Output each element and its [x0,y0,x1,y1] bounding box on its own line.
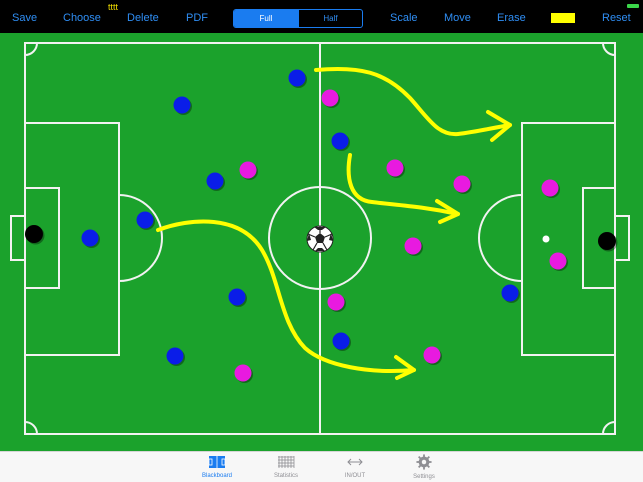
tab-in-out[interactable]: IN/OUT [325,452,385,482]
blackboard-icon [208,456,226,468]
top-toolbar: tttt Save Choose Delete PDF Full Half Sc… [0,0,643,33]
corner-arc-top-right [602,42,616,56]
penalty-spot-right [542,235,550,243]
tab-label: Settings [413,474,435,480]
field-size-segmented-control: Full Half [233,9,363,28]
player-pink[interactable] [404,237,422,255]
segment-half[interactable]: Half [298,10,362,27]
player-pink[interactable] [453,175,471,193]
statistics-grid-icon [278,456,295,468]
save-button[interactable]: Save [12,12,37,25]
player-blue[interactable] [81,229,99,247]
player-pink[interactable] [321,89,339,107]
corner-arc-top-left [24,42,38,56]
pitch-drawing[interactable] [0,33,643,451]
move-button[interactable]: Move [444,12,471,25]
player-blue[interactable] [501,284,519,302]
corner-arc-bottom-right [602,421,616,435]
bottom-tab-bar: Blackboard Statistics IN/OUT Settings [0,451,643,482]
player-blue[interactable] [173,96,191,114]
right-penalty-arc [478,194,523,282]
segment-full[interactable]: Full [234,10,298,27]
draw-color-swatch[interactable] [551,13,575,23]
player-pink[interactable] [386,159,404,177]
tab-settings[interactable]: Settings [394,452,454,482]
soccer-ball-icon[interactable] [306,225,334,253]
tab-label: IN/OUT [344,473,366,479]
player-blue[interactable] [166,347,184,365]
reset-button[interactable]: Reset [602,12,631,25]
left-penalty-arc [118,194,163,282]
player-pink[interactable] [234,364,252,382]
left-goal [10,215,26,261]
battery-icon [627,4,639,8]
player-blue[interactable] [228,288,246,306]
erase-button[interactable]: Erase [497,12,526,25]
player-pink[interactable] [423,346,441,364]
player-pink[interactable] [541,179,559,197]
pdf-button[interactable]: PDF [186,12,208,25]
delete-button[interactable]: Delete [127,12,159,25]
player-pink[interactable] [327,293,345,311]
player-pink[interactable] [549,252,567,270]
tab-statistics[interactable]: Statistics [256,452,316,482]
tab-blackboard[interactable]: Blackboard [187,452,247,482]
player-blue[interactable] [332,332,350,350]
player-blue[interactable] [331,132,349,150]
arrow-path-bottom[interactable] [156,219,416,374]
player-blue[interactable] [288,69,306,87]
corner-arc-bottom-left [24,421,38,435]
swap-arrows-icon [347,458,363,466]
player-pink[interactable] [239,161,257,179]
tab-label: Blackboard [201,473,233,479]
arrow-head-bottom[interactable] [394,355,416,380]
drawn-arrows [156,66,512,380]
soccer-pitch[interactable] [0,33,643,451]
document-title: tttt [108,2,119,12]
tab-label: Statistics [273,473,298,479]
gear-icon [416,454,432,470]
right-goal [614,215,630,261]
choose-button[interactable]: Choose [63,12,101,25]
goalkeeper[interactable] [598,232,616,250]
player-blue[interactable] [136,211,154,229]
goalkeeper[interactable] [25,225,43,243]
scale-button[interactable]: Scale [390,12,418,25]
arrow-path-top[interactable] [314,66,512,137]
player-blue[interactable] [206,172,224,190]
